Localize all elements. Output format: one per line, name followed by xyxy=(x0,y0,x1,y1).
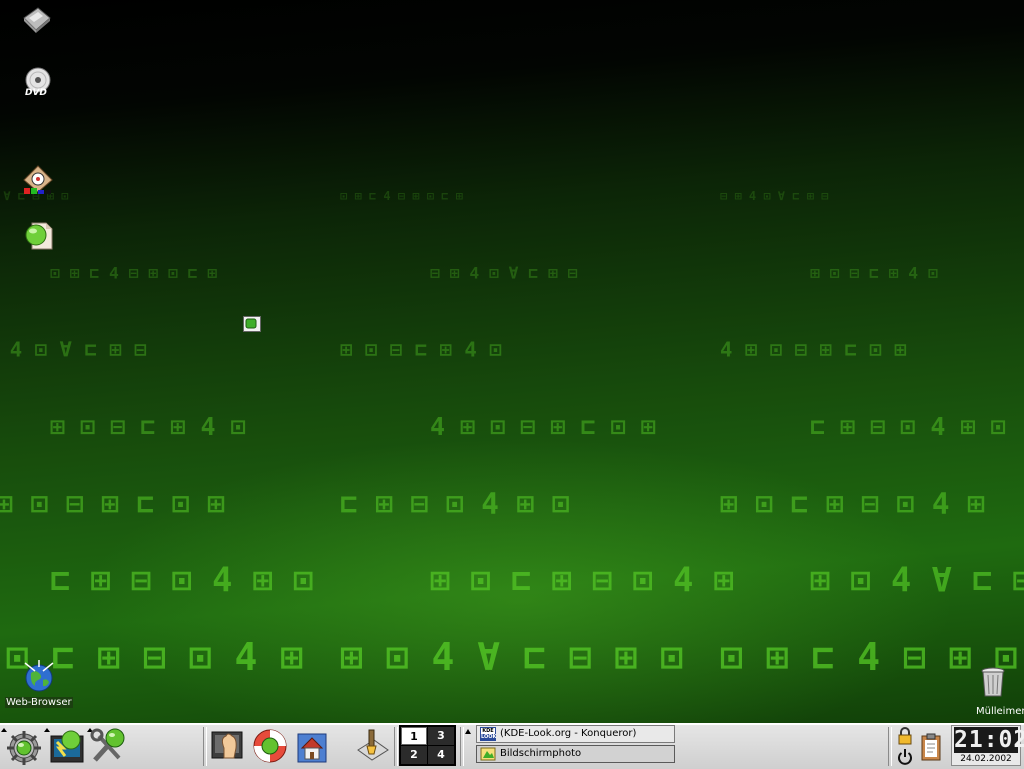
wallpaper-glyph-row: 4 ⊞ ⊡ ⊟ ⊞ ⊏ ⊡ ⊞ xyxy=(430,412,656,441)
wallpaper-glyph-row: ⊟ ⊞ 4 ⊡ ∀ ⊏ ⊞ ⊟ xyxy=(0,338,147,362)
home-icon xyxy=(297,733,327,763)
desktop-2-button[interactable]: 2 xyxy=(401,746,427,764)
task-konqueror-label: (KDE-Look.org - Konqueror) xyxy=(500,728,637,739)
panel-separator xyxy=(203,727,207,766)
trash-icon[interactable]: Mülleimer xyxy=(972,666,1024,717)
clock-date: 24.02.2002 xyxy=(960,754,1012,764)
konsole-button[interactable] xyxy=(47,726,87,766)
kdm-paint-icon xyxy=(357,729,389,761)
kdm-paint-button[interactable] xyxy=(352,726,392,766)
desktop-4-button[interactable]: 4 xyxy=(428,746,454,764)
document-icon[interactable] xyxy=(24,221,54,251)
desktop-1-button[interactable]: 1 xyxy=(401,727,427,745)
klipper-button[interactable] xyxy=(918,726,944,766)
taskbar-handle[interactable] xyxy=(464,726,473,766)
panel-separator-2 xyxy=(394,727,398,766)
kcontrol-icon[interactable] xyxy=(22,164,54,196)
logout-button[interactable] xyxy=(897,747,913,765)
konqueror-kde-look-icon: KDE LOOK xyxy=(480,727,497,741)
wallpaper-glyph-row: ⊞ ⊡ ⊟ ⊏ ⊞ 4 ⊡ xyxy=(810,263,938,282)
wallpaper-glyph-row: ⊞ ⊡ 4 ∀ ⊏ ⊟ ⊞ ⊡ xyxy=(810,561,1024,600)
task-screenshot-label: Bildschirmphoto xyxy=(500,748,582,759)
wallpaper-glyph-row: ⊞ ⊡ ⊟ ⊏ ⊞ 4 ⊡ xyxy=(340,338,502,362)
home-button[interactable] xyxy=(292,726,332,766)
wallpaper-glyph-row: ⊞ ⊡ ⊏ ⊞ ⊟ ⊡ 4 ⊞ xyxy=(720,486,985,520)
clipboard-icon xyxy=(921,733,941,761)
web-browser-label: Web-Browser xyxy=(5,697,73,708)
wallpaper-glyph-row: ⊏ ⊞ ⊟ ⊡ 4 ⊞ ⊡ xyxy=(810,412,1006,441)
settings-tools-icon xyxy=(90,728,125,762)
wallpaper-glyph-row: ⊏ ⊞ ⊟ ⊡ 4 ⊞ ⊡ xyxy=(340,486,570,520)
desktop-pager: 1 3 2 4 xyxy=(399,725,456,766)
power-icon xyxy=(898,749,912,765)
dvd-icon[interactable]: DVD xyxy=(22,67,54,101)
show-desktop-icon xyxy=(211,731,243,759)
small-green-icon[interactable] xyxy=(243,316,261,332)
dvd-label: DVD xyxy=(25,88,47,98)
web-browser-icon[interactable]: Web-Browser xyxy=(4,660,74,712)
wallpaper-glyph-row: ⊟ ⊞ 4 ⊡ ∀ ⊏ ⊞ ⊟ xyxy=(430,263,578,282)
ksnapshot-icon xyxy=(480,747,496,761)
help-button[interactable] xyxy=(250,726,290,766)
settings-tools-button[interactable] xyxy=(89,726,129,766)
clock-time: 21:02 xyxy=(954,727,1024,753)
lock-button[interactable] xyxy=(897,727,913,745)
show-desktop-button[interactable] xyxy=(208,726,248,766)
wallpaper-glyph-row: ⊏ ⊞ ⊟ ⊡ 4 ⊞ ⊡ xyxy=(50,561,313,600)
wallpaper-matrix-glyphs: ⊞ ⊡ 4 ∀ ⊏ ⊟ ⊞ ⊡ ⊡ ⊞ ⊏ 4 ⊟ ⊞ ⊡ ⊏ ⊞ ⊟ ⊞ 4 ⊡ … xyxy=(0,189,1024,679)
kde-menu-button[interactable] xyxy=(4,726,44,766)
floppy-icon[interactable] xyxy=(20,6,52,34)
help-lifebuoy-icon xyxy=(253,729,287,763)
wallpaper-glyph-row: ⊡ ⊞ ⊏ 4 ⊟ ⊞ ⊡ ⊏ ⊞ xyxy=(340,189,463,203)
kde-menu-icon xyxy=(7,731,41,765)
trash-label: Mülleimer xyxy=(976,706,1024,717)
desktop-background[interactable]: ⊞ ⊡ 4 ∀ ⊏ ⊟ ⊞ ⊡ ⊡ ⊞ ⊏ 4 ⊟ ⊞ ⊡ ⊏ ⊞ ⊟ ⊞ 4 ⊡ … xyxy=(0,0,1024,723)
task-konqueror[interactable]: KDE LOOK (KDE-Look.org - Konqueror) xyxy=(476,725,675,743)
wallpaper-glyph-row: 4 ⊞ ⊡ ⊟ ⊞ ⊏ ⊡ ⊞ xyxy=(720,338,907,362)
konsole-icon xyxy=(50,730,84,763)
wallpaper-glyph-row: ⊞ ⊡ ⊏ ⊞ ⊟ ⊡ 4 ⊞ xyxy=(430,561,734,600)
lock-logout-applet xyxy=(896,726,914,766)
task-screenshot[interactable]: Bildschirmphoto xyxy=(476,745,675,763)
wallpaper-glyph-row: ⊡ ⊞ ⊏ 4 ⊟ ⊞ ⊡ ⊏ ⊞ xyxy=(50,263,217,282)
panel-separator-4 xyxy=(888,727,892,766)
wallpaper-glyph-row: ⊞ ⊡ 4 ∀ ⊏ ⊟ ⊞ ⊡ xyxy=(340,635,683,679)
wallpaper-glyph-row: ⊞ ⊡ ⊟ ⊏ ⊞ 4 ⊡ xyxy=(50,412,246,441)
wallpaper-glyph-row: ⊟ ⊞ 4 ⊡ ∀ ⊏ ⊞ ⊟ xyxy=(720,189,828,203)
lock-icon xyxy=(898,727,912,745)
wallpaper-glyph-row: 4 ⊞ ⊡ ⊟ ⊞ ⊏ ⊡ ⊞ xyxy=(0,486,225,520)
desktop-3-button[interactable]: 3 xyxy=(428,727,454,745)
clock-applet[interactable]: 21:02 24.02.2002 xyxy=(951,725,1024,766)
